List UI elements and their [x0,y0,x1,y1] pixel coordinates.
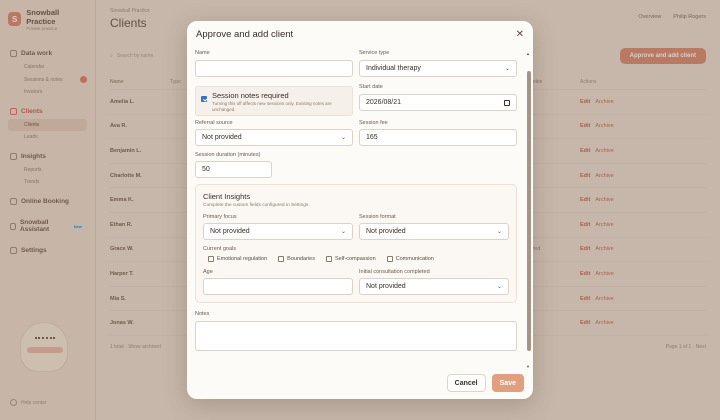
initial-consultation-select[interactable]: Not provided ⌄ [359,278,509,295]
chevron-down-icon: ⌄ [340,229,346,235]
client-insights-section: Client Insights Complete the custom fiel… [195,184,517,303]
dialog-footer: Cancel Save [187,367,533,399]
session-notes-toggle: Session notes required Turning this off … [195,86,353,116]
goal-communication[interactable]: Communication [386,256,434,262]
dialog-body: Name Session notes required Turning this… [187,49,525,365]
calendar-icon [504,99,510,106]
goal-boundaries[interactable]: Boundaries [278,256,315,262]
current-goals-group: Emotional regulation Boundaries Self-com… [203,256,509,262]
referral-source-select[interactable]: Not provided ⌄ [195,129,353,146]
session-notes-checkbox[interactable] [201,96,207,102]
age-label: Age [203,269,213,275]
name-input[interactable] [195,60,353,77]
age-input[interactable] [203,278,353,295]
session-fee-label: Session fee [359,120,388,126]
insights-subtitle: Complete the custom fields configured in… [203,203,310,208]
session-format-select[interactable]: Not provided ⌄ [359,223,509,240]
name-label: Name [195,50,210,56]
chevron-down-icon: ⌄ [496,229,502,235]
initial-consultation-label: Initial consultation completed [359,269,430,275]
start-date-input[interactable]: 2026/08/21 [359,94,517,111]
cancel-button[interactable]: Cancel [446,374,486,392]
primary-focus-label: Primary focus [203,214,237,220]
dialog-header: Approve and add client ✕ [187,21,533,47]
approve-client-dialog: Approve and add client ✕ Name Session no… [187,21,533,399]
scroll-thumb[interactable] [527,71,531,351]
scroll-up-icon[interactable]: ▲ [526,51,530,56]
primary-focus-select[interactable]: Not provided ⌄ [203,223,353,240]
current-goals-label: Current goals [203,246,237,252]
notes-textarea[interactable] [195,321,517,351]
dialog-scrollbar[interactable]: ▲ ▼ [526,51,531,369]
service-type-label: Service type [359,50,390,56]
dialog-title: Approve and add client [196,28,294,40]
session-format-label: Session format [359,214,396,220]
session-notes-help: Turning this off affects new sessions on… [212,101,332,112]
session-fee-input[interactable]: 165 [359,129,517,146]
close-icon[interactable]: ✕ [516,29,524,40]
goal-emotional-regulation[interactable]: Emotional regulation [208,256,267,262]
notes-label: Notes [195,311,210,317]
save-button[interactable]: Save [491,374,524,392]
chevron-down-icon: ⌄ [504,66,510,72]
chevron-down-icon: ⌄ [340,135,346,141]
referral-source-label: Referral source [195,120,233,126]
start-date-label: Start date [359,84,383,90]
chevron-down-icon: ⌄ [496,284,502,290]
session-duration-label: Session duration (minutes) [195,152,261,158]
insights-title: Client Insights [203,192,251,201]
session-duration-input[interactable]: 50 [195,161,272,178]
service-type-select[interactable]: Individual therapy ⌄ [359,60,517,77]
goal-self-compassion[interactable]: Self-compassion [325,256,376,262]
session-notes-title: Session notes required [212,91,289,100]
